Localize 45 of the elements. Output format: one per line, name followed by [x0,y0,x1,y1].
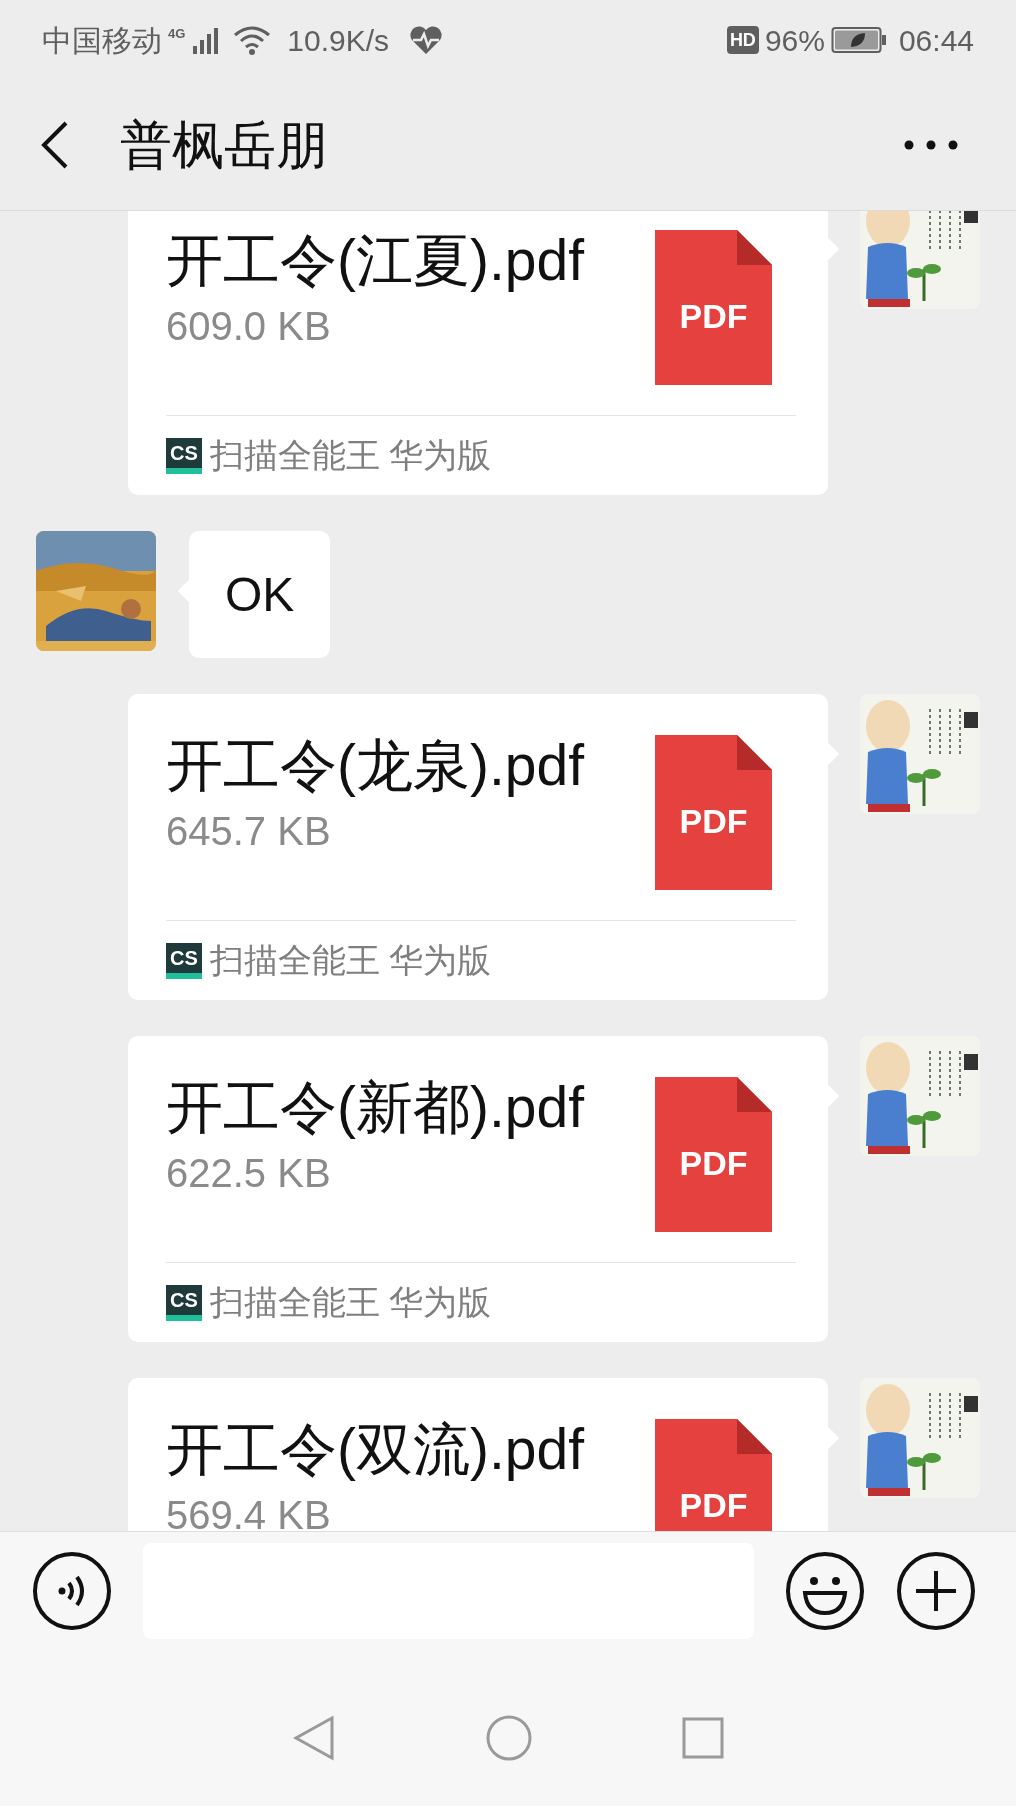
hd-badge: HD [726,26,759,54]
network-speed: 10.9K/s [287,22,390,59]
app-logo: CS [166,1284,202,1321]
source-app-label: 扫描全能王 华为版 [210,940,492,981]
chat-title: 普枫岳朋 [120,115,328,176]
wifi-icon [233,25,272,55]
source-app-label: 扫描全能王 华为版 [210,435,492,476]
emoji-icon[interactable] [785,1551,865,1631]
file-name: 开工令(龙泉).pdf [166,734,585,796]
pdf-file-icon [655,1419,772,1531]
file-type-label: PDF [678,296,749,336]
file-type-label: PDF [678,1485,749,1525]
file-size: 609.0 KB [166,303,332,350]
more-options-icon[interactable] [904,140,958,150]
recents-square-icon[interactable] [682,1717,724,1759]
app-logo: CS [166,942,202,979]
file-size: 622.5 KB [166,1150,332,1197]
back-icon[interactable] [40,120,70,170]
file-size: 569.4 KB [166,1492,332,1531]
pdf-file-icon [655,735,772,890]
battery-percent: 96% [764,22,825,59]
app-logo: CS [166,437,202,474]
file-message-card[interactable]: 开工令(龙泉).pdf 645.7 KB PDF CS 扫描全能王 华为版 [128,694,828,1000]
network-type: 4G [168,26,186,40]
add-icon[interactable] [896,1551,976,1631]
file-type-label: PDF [678,1143,749,1183]
file-name: 开工令(新都).pdf [166,1076,585,1138]
carrier-name: 中国移动 [42,22,162,59]
source-app-label: 扫描全能王 华为版 [210,1282,492,1323]
file-type-label: PDF [678,801,749,841]
home-circle-icon[interactable] [486,1715,532,1761]
back-triangle-icon[interactable] [292,1715,336,1761]
file-message-card[interactable]: 开工令(新都).pdf 622.5 KB PDF CS 扫描全能王 华为版 [128,1036,828,1342]
heart-rate-icon [409,25,444,55]
battery-icon [830,26,887,54]
file-name: 开工令(江夏).pdf [166,229,585,291]
file-message-card[interactable]: 开工令(江夏).pdf 609.0 KB PDF CS 扫描全能王 华为版 [128,211,828,495]
clock: 06:44 [898,22,974,59]
voice-input-icon[interactable] [32,1551,112,1631]
file-name: 开工令(双流).pdf [166,1418,585,1480]
pdf-file-icon [655,1077,772,1232]
file-size: 645.7 KB [166,808,332,855]
pdf-file-icon [655,230,772,385]
file-message-card[interactable]: 开工令(双流).pdf 569.4 KB PDF [128,1378,828,1531]
message-bubble: OK [189,531,331,658]
